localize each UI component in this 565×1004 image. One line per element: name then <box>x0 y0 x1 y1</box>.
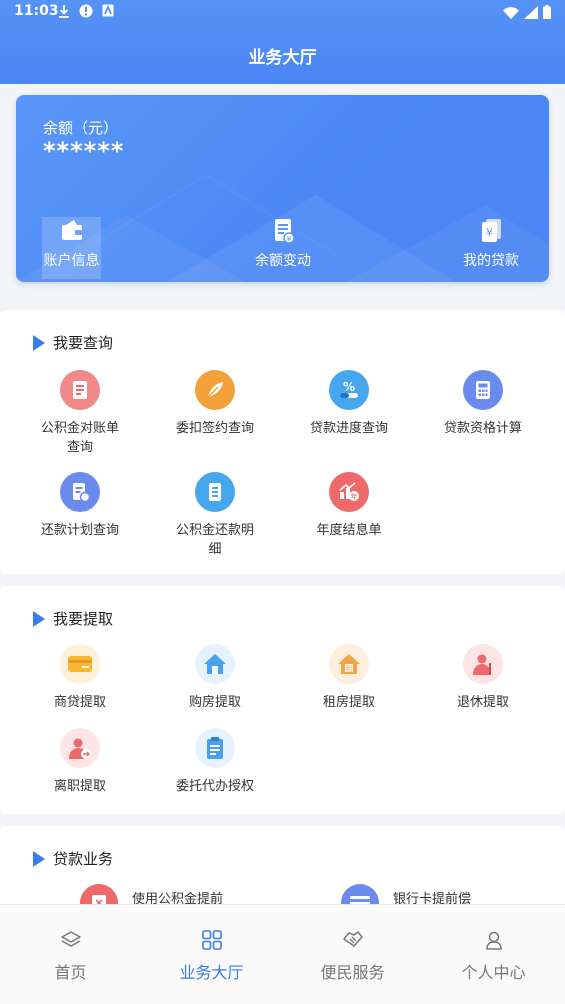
signal-icon <box>524 5 538 19</box>
status-system-icons <box>503 5 551 19</box>
balance-value: ****** <box>43 137 125 165</box>
tab-home-label: 首页 <box>54 963 87 982</box>
tab-personal-center-label: 个人中心 <box>461 963 526 982</box>
tab-business-hall-label: 业务大厅 <box>179 963 244 982</box>
layers-icon <box>60 931 81 947</box>
svg-text:¥: ¥ <box>287 235 292 243</box>
grid-icon <box>201 930 222 950</box>
calculator-icon <box>463 370 503 410</box>
repayment-detail-label: 公积金还款明细 <box>175 523 254 557</box>
battery-icon <box>543 5 551 19</box>
repayment-plan-item[interactable]: 还款计划查询 <box>15 472 145 540</box>
repayment-plan-label: 还款计划查询 <box>40 523 119 538</box>
my-loan-label: 我的贷款 <box>463 253 519 269</box>
balance-card: 余额（元） ****** 账户信息 ¥ 余额变动 ¥ 我的贷款 <box>16 95 549 282</box>
svg-text:租: 租 <box>346 665 353 673</box>
top-app-bar: 11:03 业务大厅 <box>0 0 565 84</box>
status-bar: 11:03 <box>0 0 565 26</box>
wifi-icon <box>503 6 519 19</box>
svg-text:年: 年 <box>351 492 358 501</box>
statement-query-item[interactable]: 公积金对账单查询 <box>15 370 145 457</box>
app-notification-icon <box>102 4 114 17</box>
clipboard-icon <box>195 728 235 768</box>
section-marker-icon <box>33 610 45 627</box>
annual-interest-label: 年度结息单 <box>316 523 382 538</box>
svg-text:%: % <box>343 380 355 394</box>
alert-icon <box>79 4 93 18</box>
account-info-button[interactable]: 账户信息 <box>42 217 101 279</box>
withholding-query-item[interactable]: 委扣签约查询 <box>150 370 280 438</box>
withholding-query-label: 委扣签约查询 <box>175 421 254 436</box>
resign-user-icon <box>60 728 100 768</box>
annual-interest-item[interactable]: 年 年度结息单 <box>284 472 414 540</box>
resignation-withdraw-label: 离职提取 <box>53 779 106 794</box>
commercial-loan-withdraw-label: 商贷提取 <box>53 695 106 710</box>
query-section: 我要查询 公积金对账单查询 委扣签约查询 % 贷款进度查询 贷款资格计算 还款计… <box>0 310 565 574</box>
download-icon <box>59 5 69 18</box>
percent-icon: % <box>329 370 369 410</box>
loan-progress-item[interactable]: % 贷款进度查询 <box>284 370 414 438</box>
loan-section-title: 贷款业务 <box>53 850 114 868</box>
house-purchase-withdraw-label: 购房提取 <box>188 695 241 710</box>
loan-section: 贷款业务 使用公积金提前 银行卡提前偿 <box>0 826 565 922</box>
card-actions: 账户信息 ¥ 余额变动 ¥ 我的贷款 <box>16 213 549 279</box>
my-loan-button[interactable]: ¥ 我的贷款 <box>436 217 546 279</box>
rent-withdraw-item[interactable]: 租 租房提取 <box>284 644 414 712</box>
withdraw-section: 我要提取 商贷提取 购房提取 租 租房提取 退休提取 离职提取 委托代办授权 <box>0 586 565 814</box>
tab-business-hall[interactable]: 业务大厅 <box>141 905 282 1004</box>
account-info-label: 账户信息 <box>43 253 100 269</box>
handshake-icon <box>342 931 363 947</box>
page-title: 业务大厅 <box>248 48 317 68</box>
tab-personal-center[interactable]: 个人中心 <box>423 905 564 1004</box>
wallet-icon <box>61 220 82 240</box>
feather-icon <box>195 370 235 410</box>
house-purchase-withdraw-item[interactable]: 购房提取 <box>150 644 280 712</box>
tab-home[interactable]: 首页 <box>0 905 141 1004</box>
annual-interest-icon: 年 <box>329 472 369 512</box>
yuan-card-icon: ¥ <box>482 219 501 242</box>
statement-icon <box>60 370 100 410</box>
user-icon <box>485 931 502 950</box>
query-section-title: 我要查询 <box>53 334 114 352</box>
resignation-withdraw-item[interactable]: 离职提取 <box>15 728 145 796</box>
commercial-loan-withdraw-item[interactable]: 商贷提取 <box>15 644 145 712</box>
section-marker-icon <box>33 850 45 867</box>
list-detail-icon <box>195 472 235 512</box>
loan-eligibility-label: 贷款资格计算 <box>443 421 522 436</box>
svg-text:¥: ¥ <box>486 226 493 239</box>
tab-convenience-services-label: 便民服务 <box>320 963 385 982</box>
status-notification-icons <box>58 4 114 18</box>
repayment-detail-item[interactable]: 公积金还款明细 <box>150 472 280 559</box>
rent-house-icon: 租 <box>329 644 369 684</box>
section-marker-icon <box>33 334 45 351</box>
query-section-header: 我要查询 <box>33 332 113 353</box>
document-yuan-icon: ¥ <box>275 219 295 244</box>
withdraw-section-title: 我要提取 <box>53 610 114 628</box>
status-time: 11:03 <box>14 3 59 19</box>
balance-change-label: 余额变动 <box>255 253 311 269</box>
rent-withdraw-label: 租房提取 <box>322 695 375 710</box>
repayment-plan-icon <box>60 472 100 512</box>
balance-label: 余额（元） <box>43 119 119 137</box>
card-icon <box>60 644 100 684</box>
withdraw-section-header: 我要提取 <box>33 608 113 629</box>
tab-convenience-services[interactable]: 便民服务 <box>282 905 423 1004</box>
statement-query-label: 公积金对账单查询 <box>40 421 119 455</box>
balance-change-button[interactable]: ¥ 余额变动 <box>228 217 338 279</box>
loan-eligibility-item[interactable]: 贷款资格计算 <box>418 370 548 438</box>
loan-progress-label: 贷款进度查询 <box>309 421 388 436</box>
authorization-label: 委托代办授权 <box>175 779 254 794</box>
loan-section-header: 贷款业务 <box>33 848 113 869</box>
retirement-withdraw-item[interactable]: 退休提取 <box>418 644 548 712</box>
authorization-item[interactable]: 委托代办授权 <box>150 728 280 796</box>
retiree-icon <box>463 644 503 684</box>
house-icon <box>195 644 235 684</box>
retirement-withdraw-label: 退休提取 <box>456 695 509 710</box>
bottom-tab-bar: 首页 业务大厅 便民服务 个人中心 <box>0 904 565 1004</box>
